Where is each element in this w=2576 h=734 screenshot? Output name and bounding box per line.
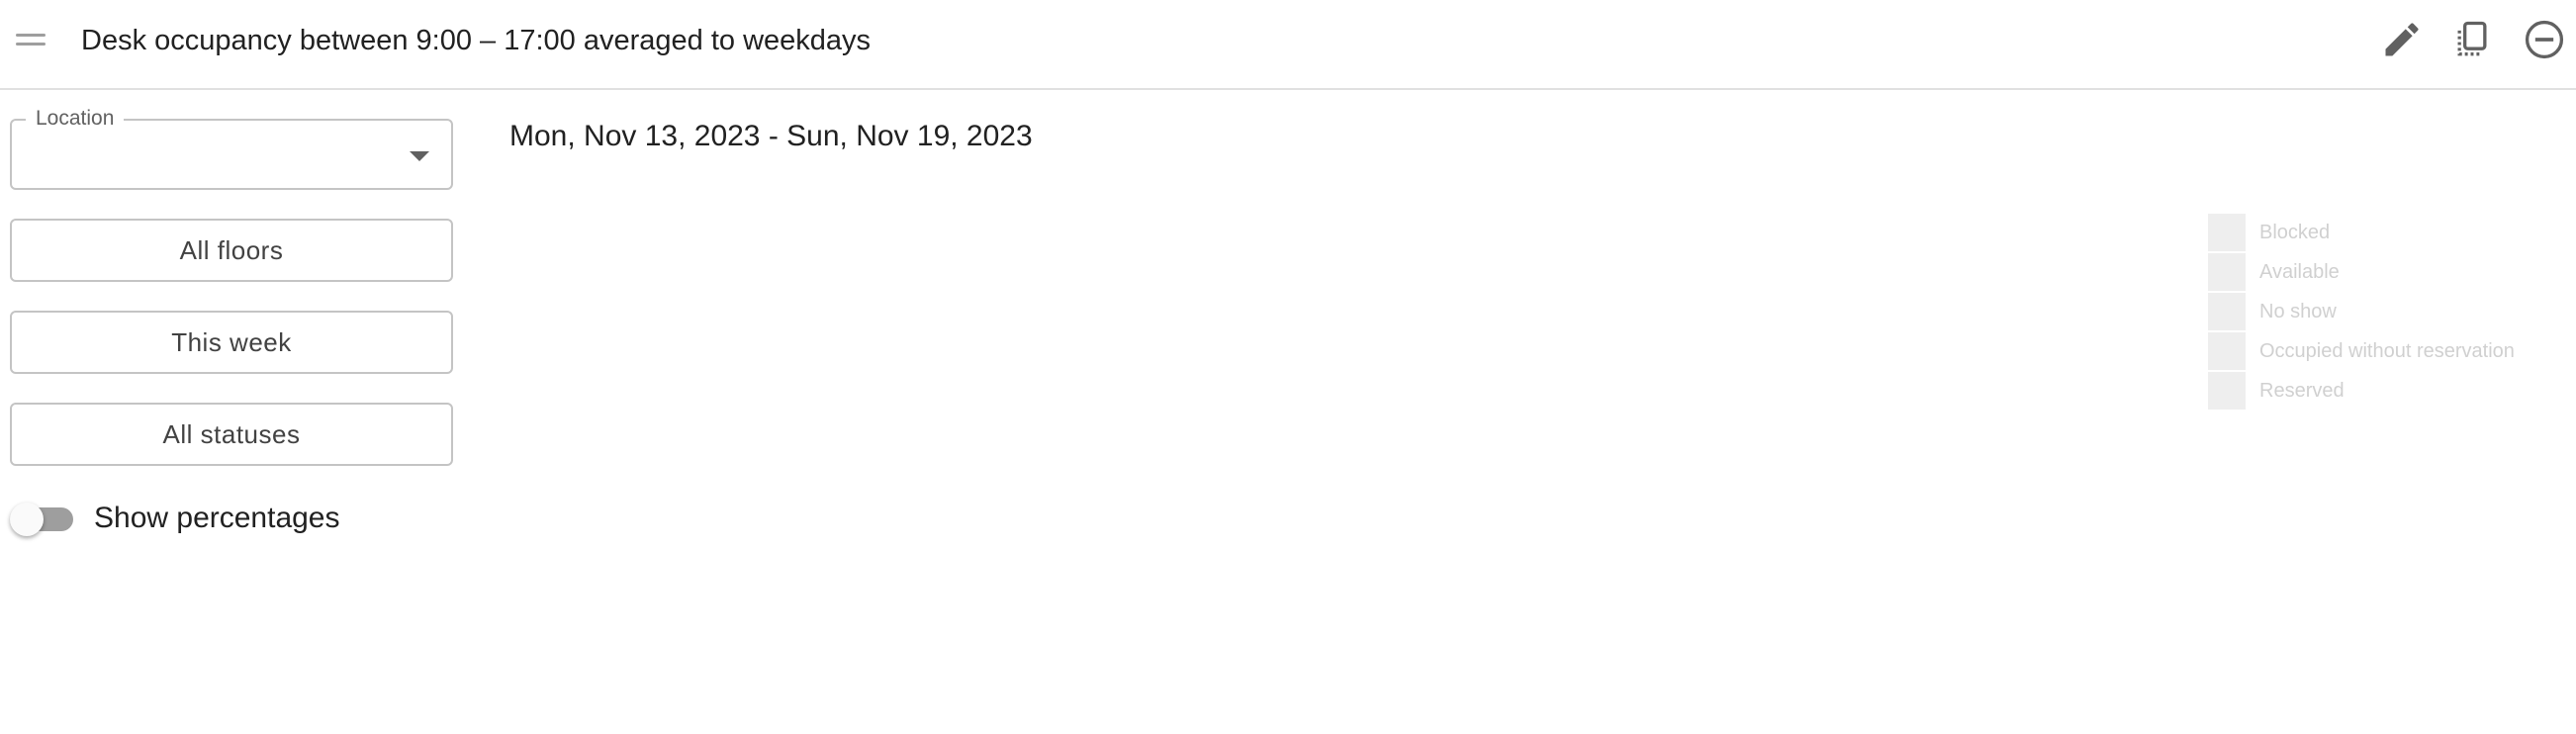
- legend-swatch: [2208, 372, 2246, 410]
- copy-icon: [2457, 21, 2487, 56]
- edit-icon: [2385, 23, 2419, 56]
- legend-label: Blocked: [2259, 222, 2331, 243]
- legend-label: No show: [2259, 301, 2337, 322]
- drag-handle-icon[interactable]: [16, 34, 46, 46]
- remove-button[interactable]: [2523, 18, 2566, 61]
- legend-item-available[interactable]: Available: [2208, 253, 2564, 291]
- location-label: Location: [26, 107, 125, 131]
- legend-item-no-show[interactable]: No show: [2208, 293, 2564, 330]
- dropdown-arrow-icon: [410, 151, 429, 161]
- legend-label: Occupied without reservation: [2259, 340, 2515, 362]
- legend-label: Available: [2259, 261, 2340, 283]
- legend-item-reserved[interactable]: Reserved: [2208, 372, 2564, 410]
- copy-button[interactable]: [2450, 18, 2494, 61]
- edit-button[interactable]: [2380, 18, 2424, 61]
- show-percentages-toggle[interactable]: Show percentages: [10, 500, 453, 539]
- legend-item-occupied-without-reservation[interactable]: Occupied without reservation: [2208, 332, 2564, 370]
- legend-swatch: [2208, 253, 2246, 291]
- remove-icon: [2525, 20, 2564, 59]
- floors-filter-button[interactable]: All floors: [10, 219, 453, 282]
- legend-swatch: [2208, 214, 2246, 251]
- show-percentages-label: Show percentages: [94, 502, 340, 534]
- location-select[interactable]: Location: [10, 107, 453, 190]
- toggle-thumb[interactable]: [10, 503, 44, 536]
- legend-swatch: [2208, 332, 2246, 370]
- date-range-filter-button[interactable]: This week: [10, 311, 453, 374]
- legend-label: Reserved: [2259, 380, 2345, 402]
- legend-item-blocked[interactable]: Blocked: [2208, 214, 2564, 251]
- legend-swatch: [2208, 293, 2246, 330]
- widget-header: Desk occupancy between 9:00 – 17:00 aver…: [0, 0, 2576, 90]
- widget-title: Desk occupancy between 9:00 – 17:00 aver…: [81, 25, 872, 56]
- date-range-heading: Mon, Nov 13, 2023 - Sun, Nov 19, 2023: [509, 120, 1033, 152]
- status-filter-button[interactable]: All statuses: [10, 403, 453, 466]
